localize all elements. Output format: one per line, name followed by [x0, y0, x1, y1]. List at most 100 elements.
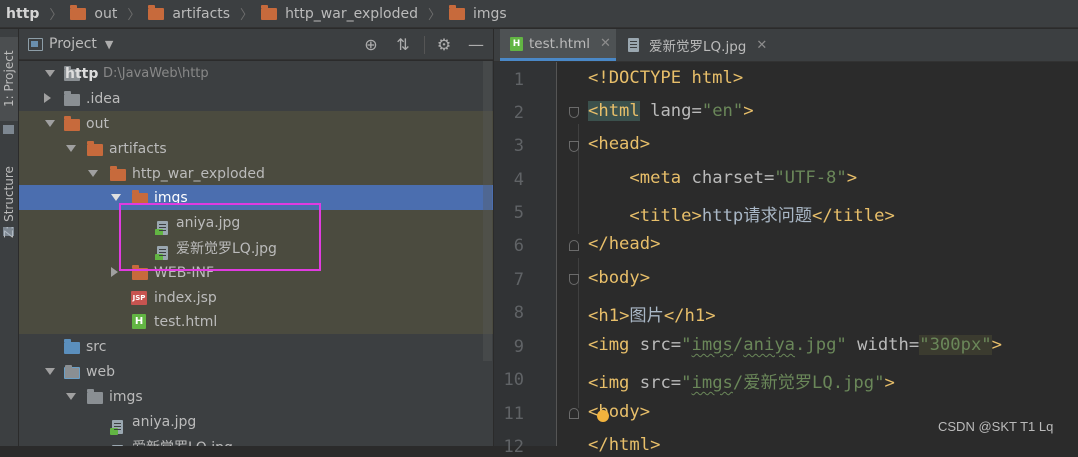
jsp-file-icon: JSP: [131, 291, 147, 305]
code-line-12: </html>: [588, 435, 661, 455]
breadcrumb-item-out[interactable]: out: [70, 4, 119, 22]
project-view-title[interactable]: Project: [49, 36, 97, 52]
tree-item-path: D:\JavaWeb\http: [103, 66, 209, 81]
folder-icon: [110, 166, 126, 181]
chevron-down-icon[interactable]: [45, 70, 55, 77]
tree-item-label: artifacts: [109, 140, 167, 157]
folder-icon: [148, 4, 165, 20]
tree-item-web-imgs[interactable]: imgs: [19, 384, 493, 409]
fold-marker-icon[interactable]: [569, 408, 579, 419]
folder-icon: [64, 116, 80, 131]
tree-item-label: aniya.jpg: [132, 413, 197, 430]
breadcrumb-separator-icon: 〉: [49, 8, 63, 23]
line-number: 5: [513, 203, 524, 223]
project-view-icon: [28, 37, 43, 51]
tree-item-http-war-exploded[interactable]: http_war_exploded: [19, 161, 493, 186]
project-panel-header: Project ▼: [19, 29, 493, 60]
image-file-icon: [628, 38, 639, 52]
tree-item-web-aniya-jpg[interactable]: aniya.jpg: [19, 409, 493, 435]
tree-item-idea[interactable]: .idea: [19, 86, 493, 111]
line-number: 6: [513, 236, 524, 256]
tree-item-label: http: [65, 65, 99, 82]
tree-item-label: index.jsp: [154, 289, 217, 306]
tool-tab-project[interactable]: 1: Project: [0, 37, 18, 121]
line-number: 3: [513, 136, 524, 156]
line-number: 9: [513, 337, 524, 357]
tree-scrollbar[interactable]: [483, 61, 492, 361]
line-number: 7: [513, 270, 524, 290]
tab-label: test.html: [529, 35, 590, 52]
chevron-down-icon[interactable]: [111, 194, 121, 201]
breadcrumb-separator-icon: 〉: [240, 8, 254, 23]
source-folder-icon: [64, 339, 80, 354]
code-line-2: <html lang="en">: [588, 101, 754, 121]
code-line-7: <body>: [588, 268, 651, 288]
tree-item-http[interactable]: http D:\JavaWeb\http: [19, 61, 493, 86]
tree-item-label: .idea: [86, 90, 121, 107]
left-tool-window-strip: 1: Project Z: Structure: [0, 29, 19, 446]
breadcrumb-item-imgs[interactable]: imgs: [448, 4, 509, 22]
chevron-down-icon[interactable]: [66, 145, 76, 152]
code-line-9: <img src="imgs/aniya.jpg" width="300px">: [588, 335, 1003, 355]
gear-icon[interactable]: ⚙: [435, 36, 453, 54]
structure-tool-icon: [3, 227, 14, 236]
close-icon[interactable]: ✕: [756, 38, 767, 53]
tree-item-test-html[interactable]: H test.html: [19, 309, 493, 334]
fold-marker-icon[interactable]: [569, 274, 579, 285]
tree-item-web[interactable]: web: [19, 359, 493, 384]
project-tool-icon: [3, 125, 14, 134]
chevron-down-icon[interactable]: [88, 170, 98, 177]
crosshair-icon[interactable]: ⊕: [362, 36, 380, 54]
code-line-5: <title>http请求问题</title>: [629, 206, 895, 226]
fold-marker-icon[interactable]: [569, 141, 579, 152]
collapse-all-icon[interactable]: ⇅: [394, 36, 412, 54]
tree-item-artifacts[interactable]: artifacts: [19, 136, 493, 161]
folder-icon: [87, 389, 103, 404]
navigation-breadcrumb: http 〉 out 〉 artifacts 〉 http_war_explod…: [0, 0, 1078, 28]
fold-marker-icon[interactable]: [569, 107, 579, 118]
close-icon[interactable]: ✕: [600, 36, 611, 51]
folder-icon: [64, 91, 80, 106]
tree-item-label: http_war_exploded: [132, 165, 265, 182]
web-folder-icon: [64, 365, 80, 379]
breadcrumb-item-http[interactable]: http: [4, 6, 41, 22]
line-number: 1: [513, 70, 524, 90]
chevron-down-icon[interactable]: [45, 368, 55, 375]
header-divider: [424, 36, 425, 54]
tree-item-label: 爱新觉罗LQ.jpg: [132, 437, 233, 447]
tree-item-label: web: [86, 363, 115, 380]
chevron-down-icon[interactable]: ▼: [105, 38, 113, 51]
annotation-highlight-box: [119, 203, 321, 271]
lightbulb-icon[interactable]: [597, 410, 609, 422]
tree-item-out[interactable]: out: [19, 111, 493, 136]
code-line-10: <img src="imgs/爱新觉罗LQ.jpg">: [588, 373, 895, 393]
tool-tab-structure[interactable]: Z: Structure: [0, 147, 18, 257]
line-number: 11: [503, 404, 524, 424]
watermark-text: CSDN @SKT T1 Lq: [938, 419, 1054, 434]
breadcrumb-separator-icon: 〉: [427, 8, 441, 23]
tab-lq-jpg[interactable]: 爱新觉罗LQ.jpg ✕: [624, 29, 784, 61]
html-file-icon: H: [132, 314, 146, 329]
fold-marker-icon[interactable]: [569, 240, 579, 251]
tree-item-web-lq-jpg[interactable]: 爱新觉罗LQ.jpg: [19, 434, 493, 446]
breadcrumb-item-artifacts[interactable]: artifacts: [148, 4, 232, 22]
minimize-icon[interactable]: —: [467, 36, 485, 54]
folder-icon: [448, 4, 465, 20]
tree-item-label: src: [86, 338, 107, 355]
line-number: 8: [513, 303, 524, 323]
tab-label: 爱新觉罗LQ.jpg: [649, 39, 747, 55]
chevron-right-icon[interactable]: [44, 93, 51, 103]
tree-item-src[interactable]: src: [19, 334, 493, 359]
line-number: 12: [503, 437, 524, 457]
tab-test-html[interactable]: H test.html ✕: [500, 29, 616, 61]
code-line-3: <head>: [588, 134, 651, 154]
chevron-right-icon[interactable]: [111, 267, 118, 277]
breadcrumb-item-http-war-exploded[interactable]: http_war_exploded: [261, 4, 420, 22]
editor-tab-bar: H test.html ✕ 爱新觉罗LQ.jpg ✕: [494, 29, 1078, 62]
chevron-down-icon[interactable]: [66, 393, 76, 400]
code-line-8: <h1>图片</h1>: [588, 306, 716, 326]
chevron-down-icon[interactable]: [45, 120, 55, 127]
tree-item-label: out: [86, 115, 109, 132]
folder-icon: [70, 4, 87, 20]
tree-item-index-jsp[interactable]: JSP index.jsp: [19, 285, 493, 310]
